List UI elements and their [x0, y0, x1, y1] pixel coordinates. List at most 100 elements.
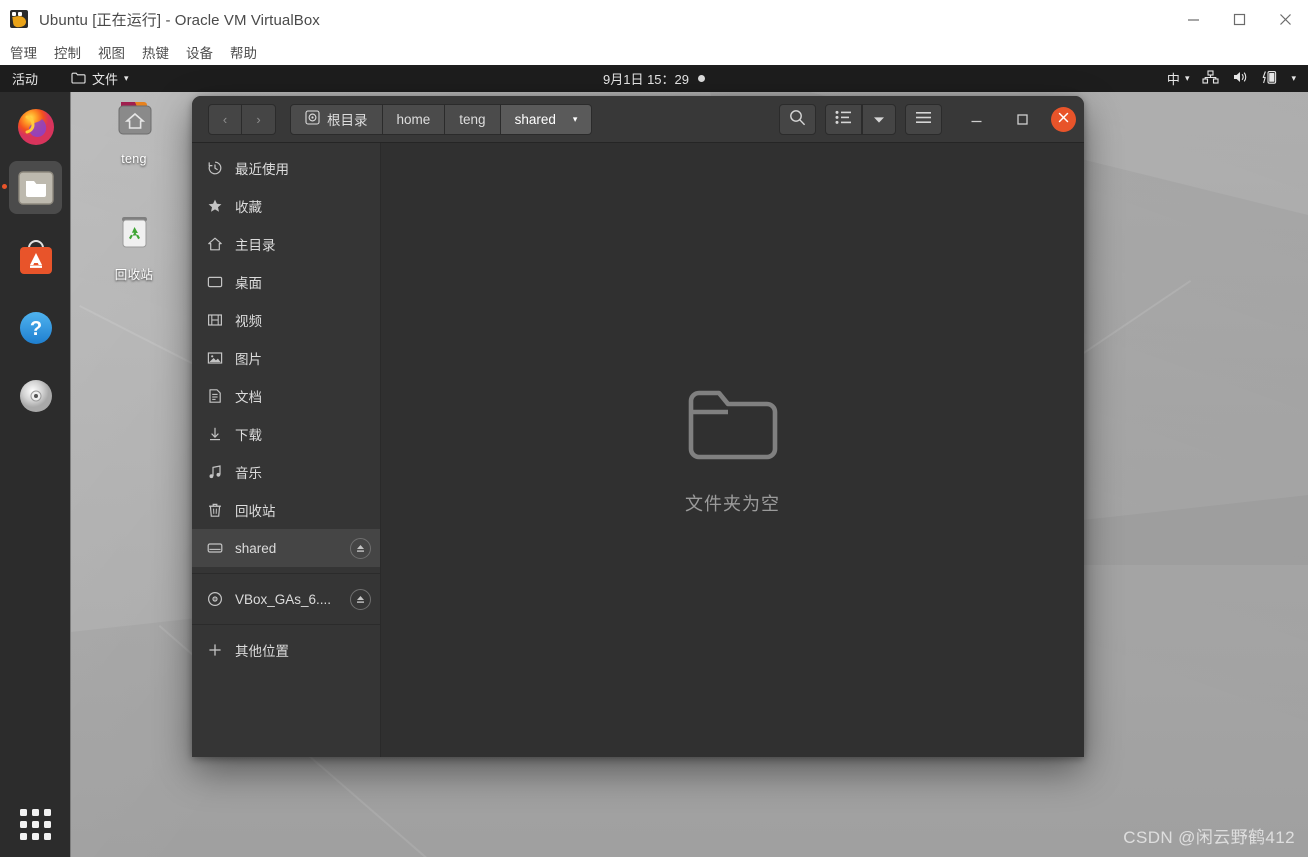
- file-manager-window: ‹ › 根目录 home teng shared ▾ 最近使用 收藏 主目录 桌…: [192, 96, 1084, 757]
- breadcrumb-item-teng[interactable]: teng: [445, 103, 501, 135]
- battery-charging-icon: [1262, 70, 1278, 88]
- window-close-button[interactable]: [1051, 106, 1076, 132]
- chevron-down-icon: ▾: [124, 73, 129, 83]
- list-view-button[interactable]: [825, 103, 862, 135]
- dock-item-files[interactable]: [9, 161, 62, 214]
- optical-disc-icon: [19, 379, 52, 412]
- running-indicator-dot: [2, 184, 7, 189]
- dock-item-disc[interactable]: [9, 369, 62, 422]
- optical-disc-icon: [206, 591, 223, 608]
- sidebar-item-recent[interactable]: 最近使用: [192, 149, 380, 187]
- image-icon: [206, 350, 223, 367]
- empty-folder-label: 文件夹为空: [685, 493, 780, 514]
- sidebar-item-label: 文档: [235, 390, 262, 405]
- sidebar-item-videos[interactable]: 视频: [192, 301, 380, 339]
- plus-icon: [206, 642, 223, 659]
- desktop-icon-home[interactable]: teng: [89, 99, 179, 166]
- show-applications-button[interactable]: [14, 803, 57, 846]
- sidebar-item-label: 收藏: [235, 200, 262, 215]
- desktop-icon-label: 回收站: [114, 268, 154, 282]
- sidebar-item-pictures[interactable]: 图片: [192, 339, 380, 377]
- sidebar-item-label: shared: [235, 540, 277, 556]
- volume-icon: [1232, 70, 1249, 87]
- help-icon: ?: [19, 311, 52, 344]
- activities-button[interactable]: 活动: [12, 69, 38, 88]
- headerbar-actions: [779, 103, 1076, 135]
- host-maximize-button[interactable]: [1216, 0, 1262, 38]
- sidebar-item-trash[interactable]: 回收站: [192, 491, 380, 529]
- view-options-dropdown[interactable]: [862, 103, 896, 135]
- sidebar-item-label: 桌面: [235, 276, 262, 291]
- menu-help[interactable]: 帮助: [230, 42, 257, 62]
- sidebar-item-documents[interactable]: 文档: [192, 377, 380, 415]
- sidebar-item-vbox-guest-additions[interactable]: VBox_GAs_6....: [192, 580, 380, 618]
- menu-devices[interactable]: 设备: [186, 42, 213, 62]
- chevron-down-icon: ▾: [1184, 73, 1190, 83]
- sidebar-item-label: VBox_GAs_6....: [235, 591, 332, 607]
- drive-harddisk-icon: [206, 540, 223, 557]
- input-method-indicator[interactable]: 中 ▾: [1167, 69, 1190, 88]
- gnome-top-bar: 活动 文件 ▾ 9月1日 15：29 中 ▾ ▾: [0, 65, 1308, 92]
- back-button[interactable]: ‹: [208, 103, 242, 135]
- sidebar-item-label: 回收站: [235, 504, 276, 519]
- sidebar-item-label: 主目录: [235, 238, 276, 253]
- file-manager-headerbar: ‹ › 根目录 home teng shared ▾: [192, 96, 1084, 143]
- network-icon: [1202, 70, 1220, 87]
- window-maximize-button[interactable]: [1009, 104, 1035, 134]
- menu-control[interactable]: 控制: [54, 42, 81, 62]
- sidebar-item-music[interactable]: 音乐: [192, 453, 380, 491]
- host-close-button[interactable]: [1262, 0, 1308, 38]
- desktop-icon-trash[interactable]: 回收站: [89, 211, 179, 283]
- breadcrumb-item-home[interactable]: home: [382, 103, 446, 135]
- search-icon: [789, 109, 806, 129]
- host-window-title: Ubuntu [正在运行] - Oracle VM VirtualBox: [39, 11, 320, 29]
- sidebar-item-other-locations[interactable]: 其他位置: [192, 631, 380, 669]
- dock-item-firefox[interactable]: [9, 100, 62, 153]
- grid-cell-icon: [20, 809, 27, 816]
- dock-item-ubuntu-software[interactable]: [9, 231, 62, 284]
- breadcrumb-label: home: [396, 111, 431, 127]
- download-icon: [206, 426, 223, 443]
- search-button[interactable]: [779, 103, 816, 135]
- grid-cell-icon: [44, 833, 51, 840]
- sidebar-item-starred[interactable]: 收藏: [192, 187, 380, 225]
- sidebar-item-label: 下载: [235, 428, 262, 443]
- breadcrumb-label: teng: [459, 111, 486, 127]
- eject-button[interactable]: [350, 537, 371, 559]
- app-menu-files[interactable]: 文件 ▾: [71, 69, 129, 88]
- sidebar-item-shared[interactable]: shared: [192, 529, 380, 567]
- chevron-down-icon[interactable]: ▾: [1291, 73, 1296, 84]
- menu-view[interactable]: 视图: [98, 42, 125, 62]
- file-manager-body: 最近使用 收藏 主目录 桌面 视频 图片 文档 下载 音乐 回收站 shared…: [192, 143, 1084, 757]
- grid-cell-icon: [44, 809, 51, 816]
- svg-text:?: ?: [29, 318, 41, 340]
- eject-button[interactable]: [350, 588, 371, 610]
- close-icon: [1058, 110, 1069, 128]
- drive-icon: [305, 110, 320, 128]
- forward-button[interactable]: ›: [242, 103, 276, 135]
- video-icon: [206, 312, 223, 329]
- menu-hotkeys[interactable]: 热键: [142, 42, 169, 62]
- clock-area[interactable]: 9月1日 15：29: [0, 69, 1308, 88]
- breadcrumb-item-shared[interactable]: shared ▾: [500, 103, 593, 135]
- star-icon: [206, 198, 223, 215]
- grid-cell-icon: [44, 821, 51, 828]
- empty-folder-icon: [685, 385, 781, 470]
- input-method-label: 中: [1166, 72, 1180, 87]
- file-list-area[interactable]: 文件夹为空: [381, 143, 1084, 757]
- ubuntu-dock: ?: [0, 92, 71, 857]
- sidebar-item-label: 音乐: [235, 466, 262, 481]
- dock-item-help[interactable]: ?: [9, 301, 62, 354]
- grid-cell-icon: [20, 821, 27, 828]
- home-folder-icon: [118, 102, 151, 135]
- host-minimize-button[interactable]: [1170, 0, 1216, 38]
- sidebar-item-home[interactable]: 主目录: [192, 225, 380, 263]
- sidebar-item-downloads[interactable]: 下载: [192, 415, 380, 453]
- menu-manage[interactable]: 管理: [10, 42, 37, 62]
- main-menu-button[interactable]: [905, 103, 942, 135]
- ubuntu-software-icon: [19, 239, 52, 274]
- notification-dot-icon: [698, 75, 705, 82]
- window-minimize-button[interactable]: [963, 104, 989, 134]
- sidebar-item-desktop[interactable]: 桌面: [192, 263, 380, 301]
- breadcrumb-item-root[interactable]: 根目录: [290, 103, 383, 135]
